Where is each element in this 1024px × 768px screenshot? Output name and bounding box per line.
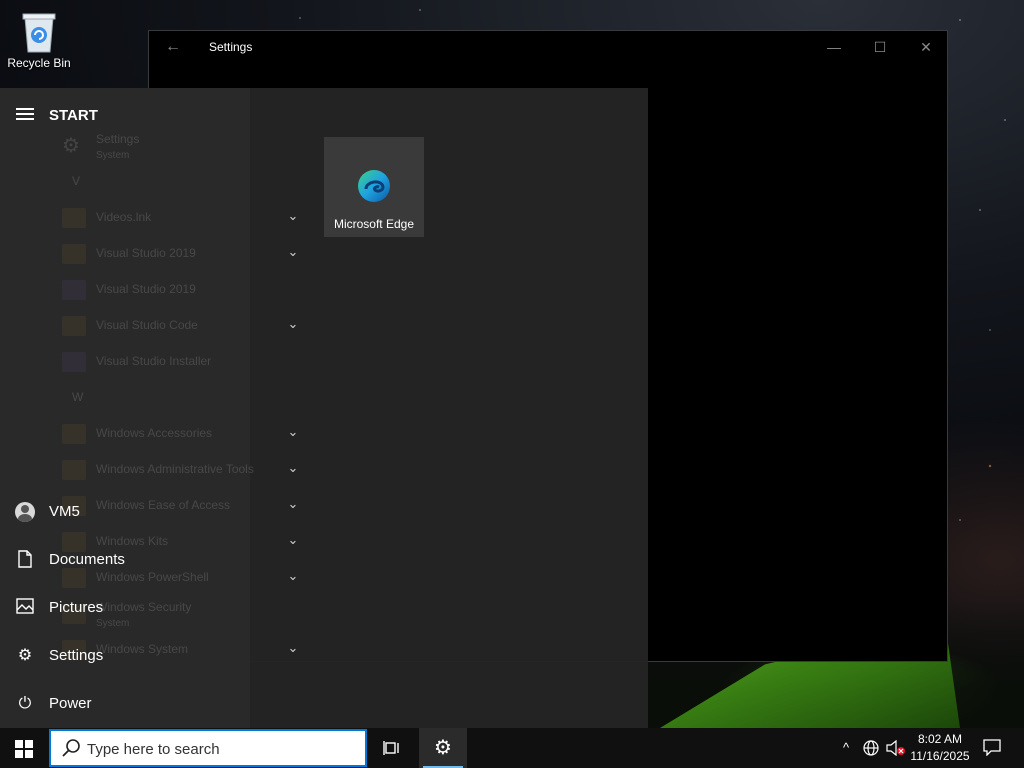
window-title: Settings [209, 40, 253, 54]
minimize-button[interactable]: — [811, 31, 857, 63]
show-hidden-icons-button[interactable]: ^ [836, 728, 856, 768]
recycle-bin-label: Recycle Bin [7, 56, 71, 70]
app-name: Videos.lnk [96, 210, 152, 224]
rail-pictures[interactable]: Pictures [0, 588, 250, 628]
recycle-bin-icon [22, 13, 56, 53]
tile-microsoft-edge[interactable]: Microsoft Edge [324, 137, 424, 237]
document-icon [14, 550, 36, 570]
chevron-down-icon[interactable]: ⌄ [286, 316, 300, 332]
chevron-down-icon[interactable]: ⌄ [286, 640, 300, 656]
app-name: Windows Administrative Tools [96, 462, 254, 476]
clock[interactable]: 8:02 AM 11/16/2025 [906, 728, 974, 768]
app-name: Visual Studio Code [96, 318, 198, 332]
app-subtitle: System [96, 150, 130, 161]
chevron-down-icon[interactable]: ⌄ [286, 244, 300, 260]
app-list-item[interactable]: Visual Studio 2019 [50, 272, 310, 308]
volume-button[interactable] [884, 728, 906, 768]
hamburger-menu-icon[interactable] [16, 108, 34, 122]
app-list-letter-header[interactable]: V [72, 174, 92, 188]
close-button[interactable]: ✕ [903, 31, 949, 63]
app-list-item[interactable]: Visual Studio Code ⌄ [50, 308, 310, 344]
chevron-down-icon[interactable]: ⌄ [286, 532, 300, 548]
start-menu: START ⚙ Settings System V Videos.lnk ⌄ Visual … [0, 88, 648, 728]
folder-icon [62, 208, 86, 228]
tile-label: Microsoft Edge [333, 217, 415, 231]
visual-studio-icon [62, 280, 86, 300]
folder-icon [62, 424, 86, 444]
search-icon [62, 739, 80, 757]
rail-power[interactable]: ⏻ Power [0, 684, 250, 724]
app-list-item[interactable]: Windows Accessories ⌄ [50, 416, 310, 452]
windows-logo-icon [15, 740, 33, 758]
back-arrow-icon[interactable]: ← [163, 38, 183, 56]
clock-date: 11/16/2025 [910, 749, 970, 763]
avatar [14, 502, 36, 522]
power-icon: ⏻ [18, 695, 32, 712]
start-button[interactable] [0, 728, 48, 768]
task-view-icon [383, 741, 399, 755]
app-name: Visual Studio 2019 [96, 282, 196, 296]
app-name: Settings [96, 132, 140, 146]
rail-power-label: Power [49, 695, 92, 712]
chevron-down-icon[interactable]: ⌄ [286, 496, 300, 512]
taskbar: ⚙ ^ 8:02 AM 11/16/2025 [0, 728, 1024, 768]
start-header: START [0, 104, 250, 128]
network-button[interactable] [860, 728, 882, 768]
rail-documents-label: Documents [49, 551, 125, 568]
taskbar-settings-app[interactable]: ⚙ [419, 728, 467, 768]
app-list-item[interactable]: Visual Studio 2019 ⌄ [50, 236, 310, 272]
folder-icon [62, 316, 86, 336]
settings-titlebar[interactable]: ← Settings — ☐ ✕ [149, 31, 947, 63]
rail-pictures-label: Pictures [49, 599, 104, 616]
chevron-down-icon[interactable]: ⌄ [286, 568, 300, 584]
rail-settings[interactable]: ⚙ Settings [0, 636, 250, 676]
picture-icon [14, 598, 36, 618]
folder-icon [62, 460, 86, 480]
gear-icon: ⚙ [62, 135, 80, 157]
rail-user[interactable]: VM5 [0, 492, 250, 532]
gear-icon: ⚙ [434, 737, 452, 759]
volume-muted-icon [886, 740, 905, 756]
search-input[interactable] [87, 737, 357, 761]
notification-icon [983, 739, 1001, 756]
maximize-button[interactable]: ☐ [857, 31, 903, 63]
clock-time: 8:02 AM [917, 732, 963, 746]
app-list-item[interactable]: ⚙ Settings System [50, 128, 310, 164]
chevron-down-icon[interactable]: ⌄ [286, 460, 300, 476]
app-list-item[interactable]: Visual Studio Installer [50, 344, 310, 380]
user-avatar-icon [15, 502, 35, 522]
recycle-bin-shortcut[interactable]: Recycle Bin [4, 4, 74, 76]
app-list-item[interactable]: Videos.lnk ⌄ [50, 200, 310, 236]
app-list-letter-header[interactable]: W [72, 390, 92, 404]
app-name: Visual Studio 2019 [96, 246, 196, 260]
gear-icon: ⚙ [17, 647, 33, 664]
globe-icon [863, 740, 879, 756]
app-name: Visual Studio Installer [96, 354, 212, 368]
app-name: Windows Accessories [96, 426, 213, 440]
visual-studio-icon [62, 352, 86, 372]
chevron-down-icon[interactable]: ⌄ [286, 424, 300, 440]
task-view-button[interactable] [368, 728, 416, 768]
rail-user-label: VM5 [49, 503, 80, 520]
chevron-down-icon[interactable]: ⌄ [286, 208, 300, 224]
folder-icon [62, 244, 86, 264]
rail-settings-label: Settings [49, 647, 104, 664]
rail-documents[interactable]: Documents [0, 540, 250, 580]
edge-icon [358, 170, 390, 202]
taskbar-search-box[interactable] [49, 729, 367, 767]
action-center-button[interactable] [978, 728, 1006, 768]
start-heading: START [49, 107, 98, 124]
app-list-item[interactable]: Windows Administrative Tools ⌄ [50, 452, 310, 488]
